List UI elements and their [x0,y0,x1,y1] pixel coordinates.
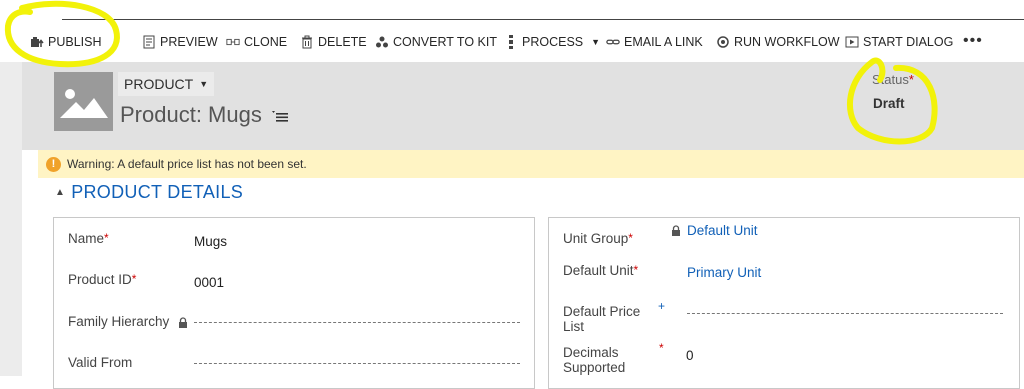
start-dialog-label: START DIALOG [863,35,954,49]
process-label: PROCESS [522,35,584,49]
chevron-down-icon: ▼ [199,79,209,89]
preview-icon [142,35,156,49]
field-label-default-price-list: Default Price List [563,304,641,334]
section-header-product-details[interactable]: ▲ PRODUCT DETAILS [55,182,243,203]
delete-label: DELETE [318,35,367,49]
product-details-left-panel: Name* Mugs Product ID* 0001 Family Hiera… [53,217,535,389]
product-image-placeholder[interactable] [54,72,113,131]
status-label: Status* [872,72,914,87]
family-hierarchy-field[interactable] [194,322,520,323]
convert-to-kit-label: CONVERT TO KIT [393,35,497,49]
image-icon [60,89,108,118]
publish-button[interactable]: PUBLISH [30,34,102,50]
recommended-marker: + [658,299,666,313]
required-marker: * [659,341,664,355]
field-label-decimals-supported: Decimals Supported [563,345,626,375]
link-icon [606,35,620,49]
field-label-unit-group: Unit Group* [563,231,633,246]
valid-from-field[interactable] [194,363,520,364]
field-label-family-hierarchy: Family Hierarchy [68,314,170,329]
publish-icon [30,35,44,49]
run-workflow-button[interactable]: RUN WORKFLOW [716,34,840,50]
page-title: Product: Mugs [120,102,288,128]
publish-dropdown[interactable]: ▼ [112,34,121,50]
list-menu-icon[interactable] [271,102,288,128]
preview-button[interactable]: PREVIEW [142,34,218,50]
process-icon [504,35,518,49]
decimals-supported-field[interactable]: 0 [686,348,694,363]
warning-banner: ! Warning: A default price list has not … [38,150,1024,178]
command-bar: PUBLISH ▼ PREVIEW CLONE DELETE CONVERT T… [22,22,1024,62]
record-title: Product: Mugs [120,102,262,127]
section-title: PRODUCT DETAILS [71,182,244,202]
name-field[interactable]: Mugs [194,234,227,249]
email-link-label: EMAIL A LINK [624,35,703,49]
left-edge-strip [0,62,22,376]
clone-button[interactable]: CLONE [226,34,287,50]
field-label-name: Name* [68,231,109,246]
trash-icon [300,35,314,49]
product-id-field[interactable]: 0001 [194,275,224,290]
entity-label: PRODUCT [124,76,194,92]
convert-to-kit-button[interactable]: CONVERT TO KIT [375,34,497,50]
dialog-icon [845,35,859,49]
top-divider [62,19,1024,20]
field-label-valid-from: Valid From [68,355,133,370]
status-value: Draft [873,96,905,111]
delete-button[interactable]: DELETE [300,34,367,50]
lock-icon [672,225,680,236]
email-link-button[interactable]: EMAIL A LINK [606,34,703,50]
unit-group-link[interactable]: Default Unit [687,223,758,238]
default-unit-link[interactable]: Primary Unit [687,265,761,280]
chevron-down-icon: ▼ [112,37,121,47]
publish-label: PUBLISH [48,35,102,49]
start-dialog-button[interactable]: START DIALOG [845,34,953,50]
entity-form-selector[interactable]: PRODUCT ▼ [118,72,215,96]
chevron-down-icon: ▼ [591,37,601,47]
process-button[interactable]: PROCESS ▼ [504,34,600,50]
kit-icon [375,35,389,49]
product-details-right-panel: Unit Group* Default Unit Default Unit* P… [548,217,1020,389]
clone-icon [226,35,240,49]
warning-text: Warning: A default price list has not be… [67,157,307,171]
run-workflow-label: RUN WORKFLOW [734,35,840,49]
record-header: PRODUCT ▼ Product: Mugs Status* Draft [22,62,1024,150]
more-commands-button[interactable]: ••• [963,32,983,50]
field-label-product-id: Product ID* [68,272,137,287]
warning-icon: ! [46,156,61,172]
preview-label: PREVIEW [160,35,218,49]
default-price-list-field[interactable] [687,313,1003,314]
lock-icon [179,317,187,328]
field-label-default-unit: Default Unit* [563,263,639,278]
collapse-triangle-icon: ▲ [55,187,66,198]
clone-label: CLONE [244,35,288,49]
workflow-icon [716,35,730,49]
